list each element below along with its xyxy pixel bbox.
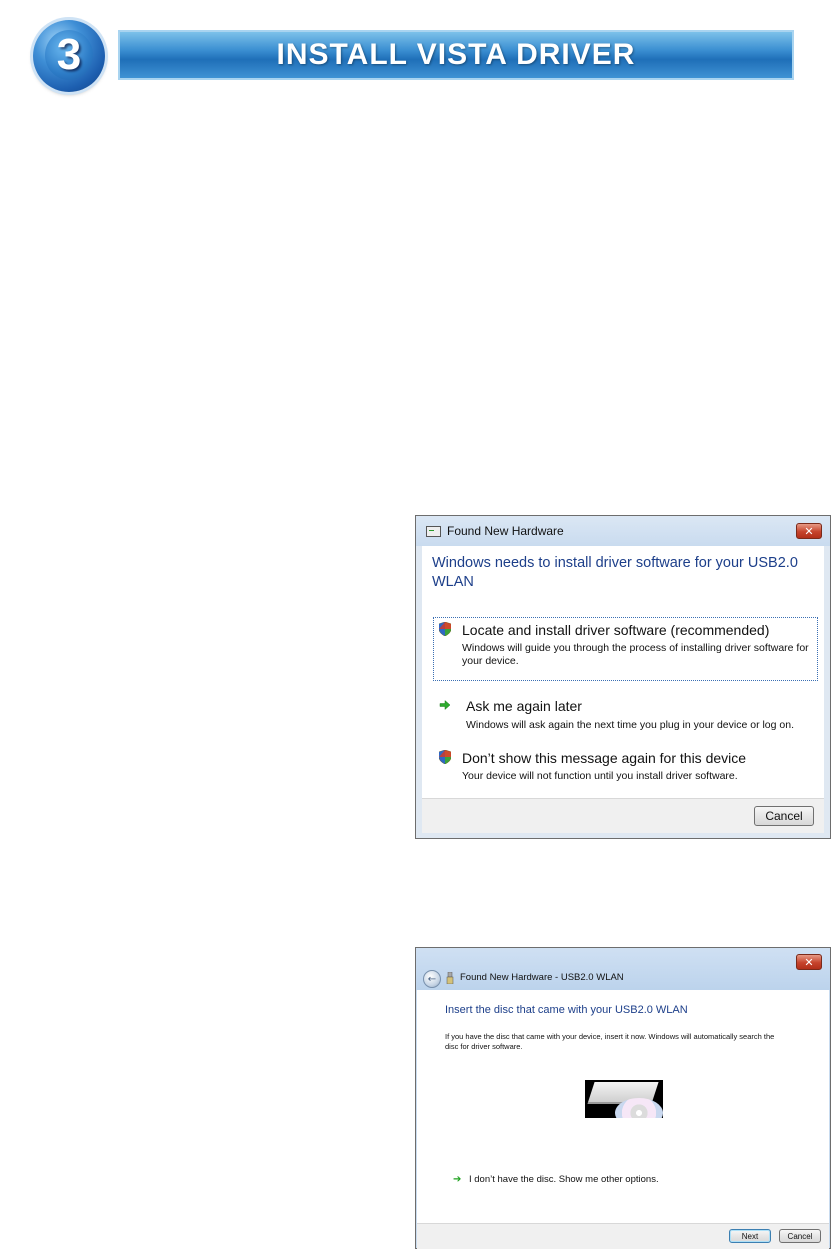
step-badge-inner: 3 bbox=[45, 30, 93, 80]
section-banner: INSTALL VISTA DRIVER bbox=[118, 30, 794, 80]
shield-icon bbox=[439, 622, 451, 636]
step-badge: 3 bbox=[33, 20, 105, 92]
dialog-titlebar: Found New Hardware ✕ bbox=[416, 516, 830, 546]
option-description: Your device will not function until you … bbox=[462, 770, 738, 782]
option-description: Windows will ask again the next time you… bbox=[466, 719, 795, 731]
cancel-button[interactable]: Cancel bbox=[779, 1229, 821, 1243]
option-title: Locate and install driver software (reco… bbox=[462, 622, 770, 638]
dialog-title: Found New Hardware - USB2.0 WLAN bbox=[460, 972, 624, 983]
hardware-icon bbox=[426, 525, 441, 537]
green-arrow-icon bbox=[439, 699, 451, 711]
option-ask-later[interactable]: Ask me again later Windows will ask agai… bbox=[434, 694, 814, 734]
option-locate-install[interactable]: Locate and install driver software (reco… bbox=[433, 617, 818, 681]
next-button[interactable]: Next bbox=[729, 1229, 771, 1243]
dialog-content: Insert the disc that came with your USB2… bbox=[417, 990, 829, 1223]
dialog-body-text: If you have the disc that came with your… bbox=[445, 1032, 775, 1051]
dialog-heading: Windows needs to install driver software… bbox=[432, 555, 798, 590]
insert-disc-dialog: ✕ ← Found New Hardware - USB2.0 WLAN Ins… bbox=[415, 947, 831, 1249]
dialog-footer: Next Cancel bbox=[417, 1223, 829, 1249]
shield-icon bbox=[439, 750, 451, 764]
cd-disc-graphic bbox=[615, 1098, 663, 1118]
close-icon[interactable]: ✕ bbox=[796, 954, 822, 970]
usb-device-icon bbox=[446, 972, 454, 984]
dialog-titlebar: ✕ ← Found New Hardware - USB2.0 WLAN bbox=[416, 948, 830, 990]
close-icon[interactable]: ✕ bbox=[796, 523, 822, 539]
dialog-footer: Cancel bbox=[422, 798, 824, 833]
option-dont-show[interactable]: Don’t show this message again for this d… bbox=[434, 746, 814, 786]
step-number: 3 bbox=[56, 30, 82, 79]
cancel-button[interactable]: Cancel bbox=[754, 806, 814, 826]
show-other-options-link[interactable]: I don’t have the disc. Show me other opt… bbox=[469, 1174, 659, 1185]
option-title: Don’t show this message again for this d… bbox=[462, 750, 747, 766]
banner-title: INSTALL VISTA DRIVER bbox=[276, 38, 636, 71]
green-arrow-icon: ➔ bbox=[453, 1174, 462, 1185]
back-arrow-icon[interactable]: ← bbox=[423, 970, 441, 988]
dialog-heading: Insert the disc that came with your USB2… bbox=[445, 1004, 688, 1016]
option-description: Windows will guide you through the proce… bbox=[462, 642, 809, 667]
dialog-title: Found New Hardware bbox=[447, 524, 564, 538]
dialog-content: Windows needs to install driver software… bbox=[422, 546, 824, 798]
insert-disc-image bbox=[585, 1080, 663, 1118]
found-new-hardware-dialog: Found New Hardware ✕ Windows needs to in… bbox=[415, 515, 831, 839]
option-title: Ask me again later bbox=[466, 698, 582, 714]
